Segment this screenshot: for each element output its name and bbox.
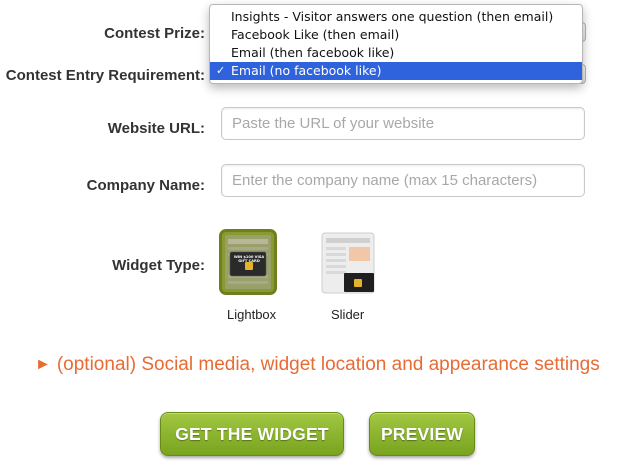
expand-arrow-icon: ► (35, 356, 51, 373)
get-widget-button[interactable]: GET THE WIDGET (160, 412, 344, 456)
company-name-label: Company Name: (86, 177, 205, 194)
dropdown-option-facebook-like[interactable]: Facebook Like (then email) (210, 26, 582, 44)
dropdown-option-email-then-facebook[interactable]: Email (then facebook like) (210, 44, 582, 62)
lightbox-thumbnail-icon: WIN $100 VISA GIFT CARD (219, 229, 277, 295)
widget-option-slider[interactable] (320, 229, 380, 299)
optional-settings-text: (optional) Social media, widget location… (56, 354, 600, 375)
optional-settings-link[interactable]: ► (optional) Social media, widget locatio… (35, 354, 600, 376)
gift-card-text: WIN $100 VISA GIFT CARD (233, 255, 265, 263)
widget-option-slider-label: Slider (331, 307, 365, 322)
widget-type-label: Widget Type: (112, 257, 205, 274)
slider-thumbnail-icon (320, 229, 378, 295)
widget-option-lightbox-label: Lightbox (227, 307, 277, 322)
website-url-label: Website URL: (107, 120, 205, 137)
entry-requirement-dropdown-menu: Insights - Visitor answers one question … (209, 4, 583, 84)
dropdown-option-email-no-facebook[interactable]: ✓ Email (no facebook like) (210, 62, 582, 80)
preview-button[interactable]: PREVIEW (369, 412, 475, 456)
entry-requirement-label: Contest Entry Requirement: (5, 67, 205, 84)
website-url-input[interactable] (221, 107, 585, 140)
dropdown-option-insights[interactable]: Insights - Visitor answers one question … (210, 8, 582, 26)
contest-prize-label: Contest Prize: (104, 25, 205, 42)
checkmark-icon: ✓ (216, 64, 226, 77)
company-name-input[interactable] (221, 164, 585, 197)
widget-option-lightbox[interactable]: WIN $100 VISA GIFT CARD (219, 229, 279, 299)
dropdown-option-label: Email (no facebook like) (231, 63, 382, 78)
